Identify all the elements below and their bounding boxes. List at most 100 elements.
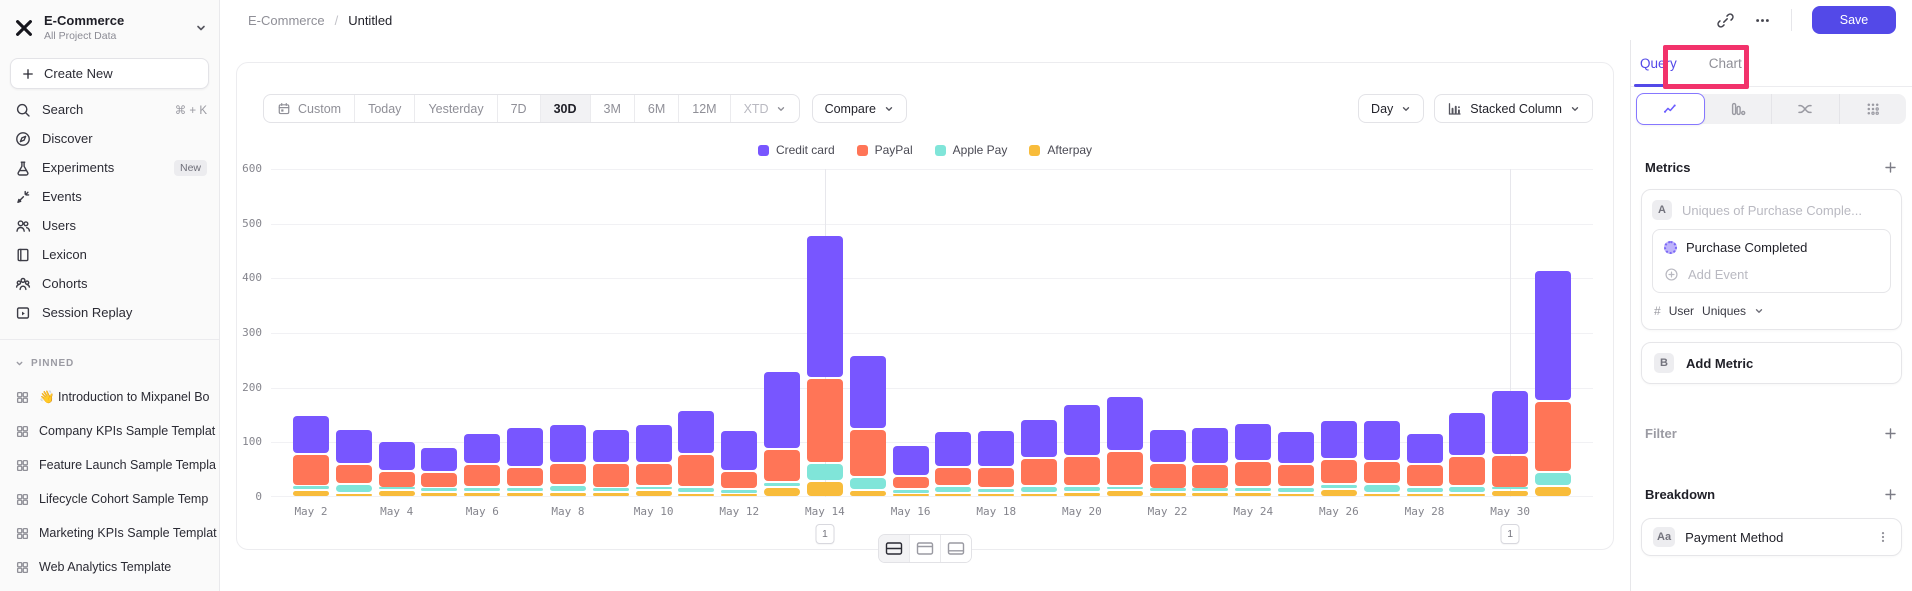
sidebar-item-users[interactable]: Users [0, 211, 219, 240]
bar-segment-afterpay[interactable] [1107, 491, 1143, 496]
bar-segment-apple-pay[interactable] [336, 485, 372, 492]
bar-segment-afterpay[interactable] [1535, 487, 1571, 496]
bar-segment-paypal[interactable] [1192, 465, 1228, 488]
bar-segment-apple-pay[interactable] [421, 488, 457, 491]
bar-segment-apple-pay[interactable] [1192, 488, 1228, 491]
bar-segment-apple-pay[interactable] [850, 478, 886, 490]
bar-segment-paypal[interactable] [464, 465, 500, 486]
bar-segment-afterpay[interactable] [421, 493, 457, 496]
date-range-today[interactable]: Today [355, 95, 415, 122]
bar-segment-afterpay[interactable] [636, 491, 672, 496]
bar-segment-credit-card[interactable] [1535, 271, 1571, 400]
bar-segment-paypal[interactable] [593, 464, 629, 487]
pinned-board-item[interactable]: 👋 Introduction to Mixpanel Bo [0, 380, 219, 414]
bar-segment-afterpay[interactable] [379, 491, 415, 496]
annotation-badge[interactable]: 1 [815, 524, 834, 544]
bar-segment-credit-card[interactable] [379, 442, 415, 470]
bar-segment-credit-card[interactable] [550, 425, 586, 461]
add-filter-plus-icon[interactable] [1883, 426, 1898, 441]
chevron-down-icon[interactable] [195, 22, 207, 34]
bar-segment-paypal[interactable] [1449, 457, 1485, 485]
bar-segment-apple-pay[interactable] [807, 464, 843, 480]
report-type-insights[interactable] [1636, 93, 1705, 125]
bar-segment-paypal[interactable] [293, 455, 329, 484]
bar-segment-credit-card[interactable] [1021, 420, 1057, 457]
breakdown-card[interactable]: Aa Payment Method [1641, 518, 1902, 556]
bar-segment-credit-card[interactable] [1235, 424, 1271, 460]
report-type-retention[interactable] [1840, 94, 1907, 124]
add-breakdown-plus-icon[interactable] [1883, 487, 1898, 502]
bar-segment-paypal[interactable] [1235, 462, 1271, 486]
date-range-30d[interactable]: 30D [541, 95, 591, 122]
bar-segment-credit-card[interactable] [507, 428, 543, 466]
legend-item-apple-pay[interactable]: Apple Pay [935, 143, 1008, 157]
bar-segment-apple-pay[interactable] [636, 487, 672, 490]
bar-segment-afterpay[interactable] [978, 494, 1014, 497]
report-type-flows[interactable] [1772, 94, 1840, 124]
bar-segment-apple-pay[interactable] [678, 488, 714, 491]
bar-segment-paypal[interactable] [550, 464, 586, 484]
bar-segment-credit-card[interactable] [421, 448, 457, 472]
bar-segment-afterpay[interactable] [336, 494, 372, 497]
bar-segment-afterpay[interactable] [1150, 493, 1186, 496]
bar-segment-credit-card[interactable] [1407, 434, 1443, 464]
bar-segment-apple-pay[interactable] [593, 488, 629, 491]
bar-segment-afterpay[interactable] [593, 493, 629, 496]
bar-segment-apple-pay[interactable] [978, 489, 1014, 492]
bar-segment-credit-card[interactable] [678, 411, 714, 454]
bar-segment-paypal[interactable] [807, 379, 843, 462]
legend-item-afterpay[interactable]: Afterpay [1029, 143, 1092, 157]
bar-segment-credit-card[interactable] [1321, 421, 1357, 457]
tab-query[interactable]: Query [1640, 40, 1677, 86]
metric-a-title-row[interactable]: A Uniques of Purchase Comple... [1652, 200, 1891, 220]
bar-segment-credit-card[interactable] [293, 416, 329, 453]
pinned-section-header[interactable]: PINNED [0, 354, 219, 372]
bar-segment-apple-pay[interactable] [293, 486, 329, 489]
bar-segment-afterpay[interactable] [1192, 493, 1228, 496]
sidebar-item-session-replay[interactable]: Session Replay [0, 298, 219, 327]
bar-segment-apple-pay[interactable] [1364, 485, 1400, 491]
bar-segment-afterpay[interactable] [1278, 494, 1314, 497]
bar-segment-apple-pay[interactable] [721, 490, 757, 493]
bar-segment-paypal[interactable] [978, 468, 1014, 487]
bar-segment-apple-pay[interactable] [1064, 487, 1100, 490]
bar-segment-afterpay[interactable] [1021, 494, 1057, 497]
bar-segment-apple-pay[interactable] [464, 488, 500, 491]
kebab-menu-icon[interactable] [1876, 530, 1890, 544]
create-new-button[interactable]: Create New [10, 58, 209, 89]
sidebar-item-lexicon[interactable]: Lexicon [0, 240, 219, 269]
bar-segment-paypal[interactable] [935, 468, 971, 485]
bar-segment-afterpay[interactable] [807, 482, 843, 496]
bar-segment-apple-pay[interactable] [1321, 485, 1357, 488]
pinned-board-item[interactable]: Feature Launch Sample Templa [0, 448, 219, 482]
bar-segment-afterpay[interactable] [893, 494, 929, 497]
breadcrumb-project[interactable]: E-Commerce [248, 13, 325, 28]
more-options-icon[interactable] [1754, 12, 1771, 29]
event-row[interactable]: Purchase Completed [1664, 240, 1879, 255]
date-range-custom[interactable]: Custom [264, 95, 355, 122]
bar-segment-afterpay[interactable] [1364, 494, 1400, 497]
bar-segment-apple-pay[interactable] [1449, 487, 1485, 492]
save-button[interactable]: Save [1812, 6, 1896, 34]
bar-segment-apple-pay[interactable] [550, 486, 586, 491]
sidebar-item-cohorts[interactable]: Cohorts [0, 269, 219, 298]
bar-segment-paypal[interactable] [893, 477, 929, 489]
date-range-6m[interactable]: 6M [635, 95, 679, 122]
bar-segment-credit-card[interactable] [764, 372, 800, 448]
bar-segment-credit-card[interactable] [1150, 430, 1186, 462]
bar-segment-afterpay[interactable] [1321, 490, 1357, 496]
bar-segment-afterpay[interactable] [678, 494, 714, 497]
bar-segment-credit-card[interactable] [1192, 428, 1228, 463]
bar-segment-afterpay[interactable] [464, 493, 500, 496]
layout-bottom-button[interactable] [941, 535, 971, 562]
bar-segment-apple-pay[interactable] [935, 487, 971, 492]
pinned-board-item[interactable]: Web Analytics Template [0, 550, 219, 584]
breadcrumb-current[interactable]: Untitled [348, 13, 392, 28]
bar-segment-paypal[interactable] [379, 472, 415, 487]
bar-segment-credit-card[interactable] [1064, 405, 1100, 455]
bar-segment-apple-pay[interactable] [1407, 488, 1443, 491]
bar-segment-paypal[interactable] [421, 473, 457, 486]
bar-segment-paypal[interactable] [721, 472, 757, 487]
bar-segment-credit-card[interactable] [1364, 421, 1400, 460]
bar-segment-afterpay[interactable] [764, 488, 800, 496]
